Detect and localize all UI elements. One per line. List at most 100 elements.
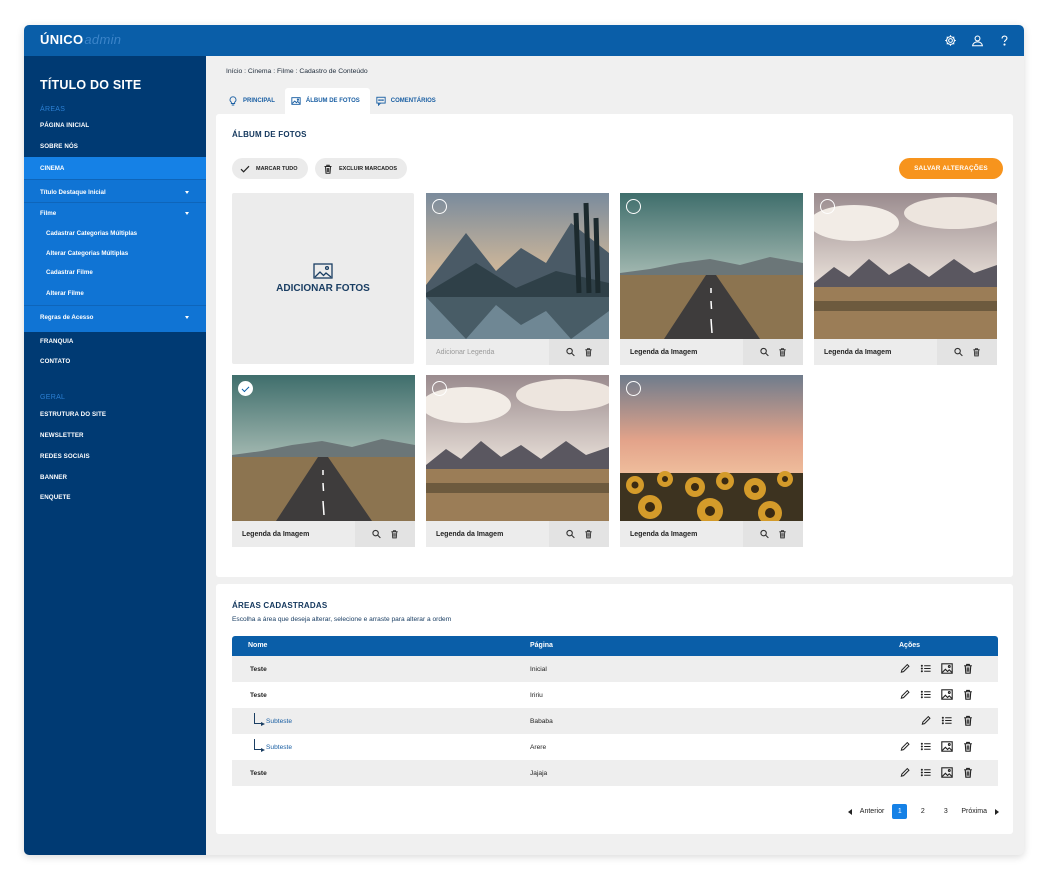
photo-tile[interactable]: Legenda da Imagem — [620, 375, 803, 547]
sidebar-subitem-cadastrar-filme[interactable]: Cadastrar Filme — [46, 269, 93, 276]
sidebar-item-enquete[interactable]: ENQUETE — [40, 494, 71, 501]
sidebar-item-cinema[interactable]: CINEMA — [24, 157, 206, 179]
photo-tile[interactable]: Adicionar Legenda — [426, 193, 609, 365]
zoom-search-icon[interactable] — [759, 347, 769, 357]
photo-tile[interactable]: Legenda da Imagem — [426, 375, 609, 547]
table-row[interactable]: Subteste Arere — [232, 734, 998, 760]
tab-album-de-fotos[interactable]: ÁLBUM DE FOTOS — [284, 88, 370, 114]
row-name: Teste — [250, 666, 267, 673]
breadcrumb-item[interactable]: Início — [226, 68, 242, 75]
sidebar-item-franquia[interactable]: FRANQUIA — [40, 338, 73, 345]
edit-pencil-icon[interactable] — [920, 715, 932, 726]
add-photos-tile[interactable]: ADICIONAR FOTOS — [232, 193, 414, 364]
sidebar-item-newsletter[interactable]: NEWSLETTER — [40, 432, 84, 439]
image-icon[interactable] — [941, 767, 953, 778]
table-row[interactable]: Teste Iririu — [232, 682, 998, 708]
image-icon[interactable] — [941, 741, 953, 752]
chevron-down-icon[interactable] — [185, 212, 189, 215]
zoom-search-icon[interactable] — [953, 347, 963, 357]
zoom-search-icon[interactable] — [759, 529, 769, 539]
delete-marked-button[interactable]: EXCLUIR MARCADOS — [315, 158, 408, 179]
edit-pencil-icon[interactable] — [899, 741, 911, 752]
sidebar-item-estrutura[interactable]: ESTRUTURA DO SITE — [40, 411, 106, 418]
photo-select-checkbox[interactable] — [432, 381, 447, 396]
image-icon[interactable] — [941, 689, 953, 700]
photo-tile[interactable]: Legenda da Imagem — [232, 375, 415, 547]
table-row[interactable]: Teste Jajaja — [232, 760, 998, 786]
prev-arrow-icon[interactable] — [847, 808, 852, 815]
page-link-2[interactable]: 2 — [915, 804, 930, 819]
edit-pencil-icon[interactable] — [899, 689, 911, 700]
photo-caption[interactable]: Legenda da Imagem — [824, 349, 891, 356]
trash-icon[interactable] — [962, 715, 974, 726]
prev-page-link[interactable]: Anterior — [860, 808, 885, 815]
photo-tile[interactable]: Legenda da Imagem — [814, 193, 997, 365]
row-actions — [899, 741, 974, 752]
breadcrumb-item[interactable]: Filme — [277, 68, 294, 75]
user-icon[interactable] — [968, 31, 987, 50]
photo-select-checkbox[interactable] — [238, 381, 253, 396]
page-link-1[interactable]: 1 — [892, 804, 908, 819]
sidebar-subitem-titulo-destaque[interactable]: Título Destaque Inicial — [40, 189, 106, 196]
trash-icon[interactable] — [584, 347, 593, 357]
edit-pencil-icon[interactable] — [899, 663, 911, 674]
photo-caption[interactable]: Adicionar Legenda — [436, 349, 494, 356]
sidebar-subitem-alterar-categorias[interactable]: Alterar Categorias Múltiplas — [46, 250, 128, 257]
photo-select-checkbox[interactable] — [626, 199, 641, 214]
sidebar-subitem-cadastrar-categorias[interactable]: Cadastrar Categorias Múltiplas — [46, 230, 137, 237]
sidebar-item-redes-sociais[interactable]: REDES SOCIAIS — [40, 453, 90, 460]
zoom-search-icon[interactable] — [565, 529, 575, 539]
trash-icon[interactable] — [778, 529, 787, 539]
trash-icon[interactable] — [962, 689, 974, 700]
page-link-3[interactable]: 3 — [938, 804, 953, 819]
sidebar-subitem-regras-acesso[interactable]: Regras de Acesso — [40, 314, 93, 321]
table-row[interactable]: Teste Inicial — [232, 656, 998, 682]
next-page-link[interactable]: Próxima — [961, 808, 987, 815]
list-icon[interactable] — [920, 741, 932, 752]
trash-icon[interactable] — [390, 529, 399, 539]
photo-caption[interactable]: Legenda da Imagem — [630, 531, 697, 538]
list-icon[interactable] — [920, 663, 932, 674]
image-icon[interactable] — [941, 663, 953, 674]
photo-caption[interactable]: Legenda da Imagem — [436, 531, 503, 538]
zoom-search-icon[interactable] — [371, 529, 381, 539]
chevron-down-icon[interactable] — [185, 191, 189, 194]
sidebar-item-contato[interactable]: CONTATO — [40, 358, 70, 365]
settings-gear-icon[interactable] — [941, 31, 960, 50]
trash-icon[interactable] — [972, 347, 981, 357]
photo-select-checkbox[interactable] — [432, 199, 447, 214]
row-page: Arere — [530, 744, 547, 751]
tab-principal[interactable]: PRINCIPAL — [222, 88, 285, 114]
sidebar-item-banner[interactable]: BANNER — [40, 474, 67, 481]
sidebar-item-pagina-inicial[interactable]: PÁGINA INICIAL — [40, 122, 89, 129]
sidebar-item-sobre-nos[interactable]: SOBRE NÓS — [40, 143, 78, 150]
list-icon[interactable] — [920, 689, 932, 700]
trash-icon[interactable] — [778, 347, 787, 357]
photo-caption[interactable]: Legenda da Imagem — [242, 531, 309, 538]
sidebar-subitem-filme[interactable]: Filme — [40, 210, 56, 217]
main-content: Início : Cinema : Filme : Cadastro de Co… — [206, 56, 1024, 855]
list-icon[interactable] — [920, 767, 932, 778]
chevron-down-icon[interactable] — [185, 316, 189, 319]
save-changes-button[interactable]: SALVAR ALTERAÇÕES — [899, 158, 1003, 179]
zoom-search-icon[interactable] — [565, 347, 575, 357]
next-arrow-icon[interactable] — [995, 808, 999, 815]
breadcrumb-item[interactable]: Cinema — [248, 68, 271, 75]
table-row[interactable]: Subteste Bababa — [232, 708, 998, 734]
trash-icon[interactable] — [962, 767, 974, 778]
list-icon[interactable] — [941, 715, 953, 726]
trash-icon[interactable] — [962, 663, 974, 674]
sidebar-subitem-alterar-filme[interactable]: Alterar Filme — [46, 290, 84, 297]
app-logo[interactable]: ÚNICOadmin — [40, 32, 121, 47]
edit-pencil-icon[interactable] — [899, 767, 911, 778]
photo-caption[interactable]: Legenda da Imagem — [630, 349, 697, 356]
mark-all-button[interactable]: MARCAR TUDO — [232, 158, 308, 179]
photo-select-checkbox[interactable] — [626, 381, 641, 396]
photo-select-checkbox[interactable] — [820, 199, 835, 214]
areas-description: Escolha a área que deseja alterar, selec… — [232, 616, 452, 623]
tab-comentarios[interactable]: COMENTÁRIOS — [370, 88, 446, 114]
help-question-icon[interactable] — [995, 31, 1014, 50]
trash-icon[interactable] — [584, 529, 593, 539]
trash-icon[interactable] — [962, 741, 974, 752]
photo-tile[interactable]: Legenda da Imagem — [620, 193, 803, 365]
